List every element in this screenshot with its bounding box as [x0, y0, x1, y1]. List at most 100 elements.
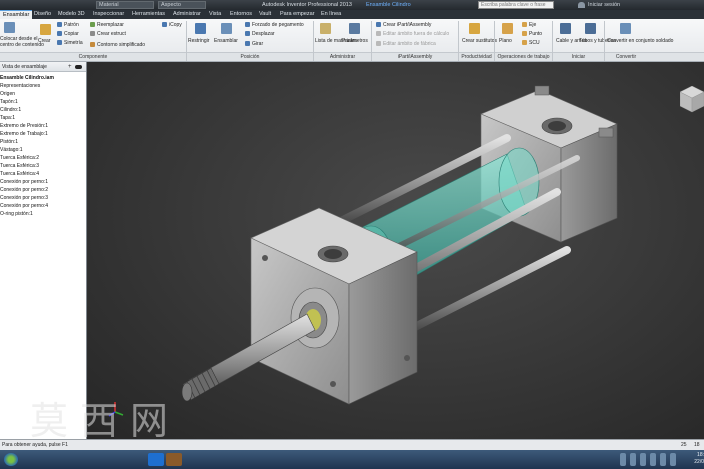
tray-icon[interactable] [630, 453, 636, 466]
tree-item[interactable]: Vástago:1 [0, 146, 86, 154]
create-frame-button[interactable]: Crear estruct [90, 31, 126, 37]
copy-label: Copiar [64, 31, 79, 37]
tab-para-empezar[interactable]: Para empezar [277, 10, 318, 19]
clock[interactable]: 18: 22/0 [686, 452, 704, 466]
axis-button[interactable]: Eje [522, 22, 536, 28]
tray-icon[interactable] [640, 453, 646, 466]
tray-icon[interactable] [670, 453, 676, 466]
joint-button[interactable]: Forzado de pegamento [245, 22, 304, 28]
ucs-label: SCU [529, 40, 540, 46]
point-button[interactable]: Punto [522, 31, 542, 37]
constrain-icon [195, 23, 206, 34]
parameters-button[interactable]: Parámetros [342, 38, 368, 44]
tree-item[interactable]: Conexión por perno:3 [0, 194, 86, 202]
taskbar: 18: 22/0 [0, 450, 704, 469]
tree-item[interactable]: Representaciones [0, 82, 86, 90]
tray-icon[interactable] [620, 453, 626, 466]
tab-entornos[interactable]: Entornos [227, 10, 255, 19]
point-icon [522, 31, 527, 36]
tab-vista[interactable]: Vista [206, 10, 224, 19]
edit-factory-icon [376, 41, 381, 46]
tab-inspeccionar[interactable]: Inspeccionar [90, 10, 127, 19]
tab-herramientas[interactable]: Herramientas [129, 10, 168, 19]
simplified-button[interactable]: Contorno simplificado [90, 42, 145, 48]
pattern-button[interactable]: Patrón [57, 22, 79, 28]
ucs-button[interactable]: SCU [522, 40, 540, 46]
tray-icon[interactable] [650, 453, 656, 466]
pattern-icon [57, 22, 62, 27]
copy-button[interactable]: Copiar [57, 31, 79, 37]
find-icon[interactable] [75, 65, 82, 69]
replace-button[interactable]: Reemplazar [90, 22, 124, 28]
parameters-icon [349, 23, 360, 34]
create-substitutes-button[interactable]: Crear sustitutos [462, 38, 497, 44]
move-button[interactable]: Desplazar [245, 31, 275, 37]
tree-item[interactable]: Conexión por perno:4 [0, 202, 86, 210]
create-component-button[interactable]: Crear [38, 38, 51, 44]
tree-item[interactable]: Tapón:1 [0, 98, 86, 106]
tree-item[interactable]: Tapa:1 [0, 114, 86, 122]
icopy-label: iCopy [169, 22, 182, 28]
coordinate-triad [108, 402, 124, 417]
create-component-icon [40, 24, 51, 35]
add-icon[interactable]: + [68, 64, 74, 70]
file-title: Ensamble Cilindro [366, 2, 411, 8]
tab-ensamblar[interactable]: Ensamblar [0, 10, 33, 19]
user-icon [578, 2, 585, 8]
tab-vault[interactable]: Vault [256, 10, 274, 19]
clock-date: 22/0 [694, 459, 704, 465]
search-input[interactable]: Escriba palabra clave o frase [478, 1, 554, 9]
tree-item-root[interactable]: Ensamble Cilindro.iam [0, 74, 86, 82]
tree-item[interactable]: Pistón:1 [0, 138, 86, 146]
joint-label: Forzado de pegamento [252, 22, 304, 28]
start-button[interactable] [4, 453, 18, 466]
icopy-button[interactable]: iCopy [162, 22, 182, 28]
edit-factory-label: Editar ámbito de fábrica [383, 41, 436, 47]
edit-member-scope-button[interactable]: Editar ámbito fuera de cálculo [376, 31, 449, 37]
edit-factory-scope-button[interactable]: Editar ámbito de fábrica [376, 41, 436, 47]
tree-item[interactable]: Conexión por perno:1 [0, 178, 86, 186]
create-ipart-button[interactable]: Crear iPart/iAssembly [376, 22, 431, 28]
tree-item[interactable]: O-ring pistón:1 [0, 210, 86, 218]
assemble-button[interactable]: Ensamblar [214, 38, 238, 44]
plane-button[interactable]: Plano [499, 38, 512, 44]
tree-item[interactable]: Origen [0, 90, 86, 98]
frame-icon [90, 31, 95, 36]
material-dropdown[interactable]: Material [96, 1, 154, 9]
position-panel-label: Posición [187, 52, 313, 61]
create-frame-label: Crear estruct [97, 31, 126, 37]
appearance-dropdown[interactable]: Aspecto [158, 1, 206, 9]
graphics-window[interactable] [87, 62, 704, 439]
tree-item[interactable]: Extremo de Presión:1 [0, 122, 86, 130]
clock-time: 18: [697, 452, 704, 458]
tab-modelo-3d[interactable]: Modelo 3D [55, 10, 88, 19]
tree-item[interactable]: Tuerca Esférica:4 [0, 170, 86, 178]
tree-item[interactable]: Tuerca Esférica:3 [0, 162, 86, 170]
replace-icon [90, 22, 95, 27]
browser-header-label[interactable]: Vista de ensamblaje [2, 64, 47, 70]
taskbar-app-icon[interactable] [148, 453, 164, 466]
tray-icon[interactable] [660, 453, 666, 466]
sign-in-link[interactable]: Iniciar sesión [588, 1, 620, 9]
place-content-center-icon [4, 22, 15, 33]
tree-item[interactable]: Extremo de Trabajo:1 [0, 130, 86, 138]
joint-icon [245, 22, 250, 27]
convert-weld-button[interactable]: Convertir en conjunto soldado [607, 38, 673, 44]
tree-item[interactable]: Tuerca Esférica:2 [0, 154, 86, 162]
rotate-button[interactable]: Girar [245, 41, 263, 47]
viewcube[interactable] [680, 86, 704, 122]
tree-item[interactable]: Cilindro:1 [0, 106, 86, 114]
work-features-panel-label: Operaciones de trabajo [495, 52, 552, 61]
manage-panel-label: Administrar [314, 52, 371, 61]
tab-diseno[interactable]: Diseño [31, 10, 54, 19]
tab-en-linea[interactable]: En línea [318, 10, 344, 19]
rotate-icon [245, 41, 250, 46]
cylinder-assembly-model[interactable] [87, 62, 704, 439]
tree-item[interactable]: Conexión por perno:2 [0, 186, 86, 194]
convert-weld-icon [620, 23, 631, 34]
status-count-1: 25 [681, 442, 687, 448]
taskbar-app-icon[interactable] [166, 453, 182, 466]
constrain-button[interactable]: Restringir [188, 38, 209, 44]
mirror-button[interactable]: Simetría [57, 40, 83, 46]
tab-administrar[interactable]: Administrar [170, 10, 204, 19]
